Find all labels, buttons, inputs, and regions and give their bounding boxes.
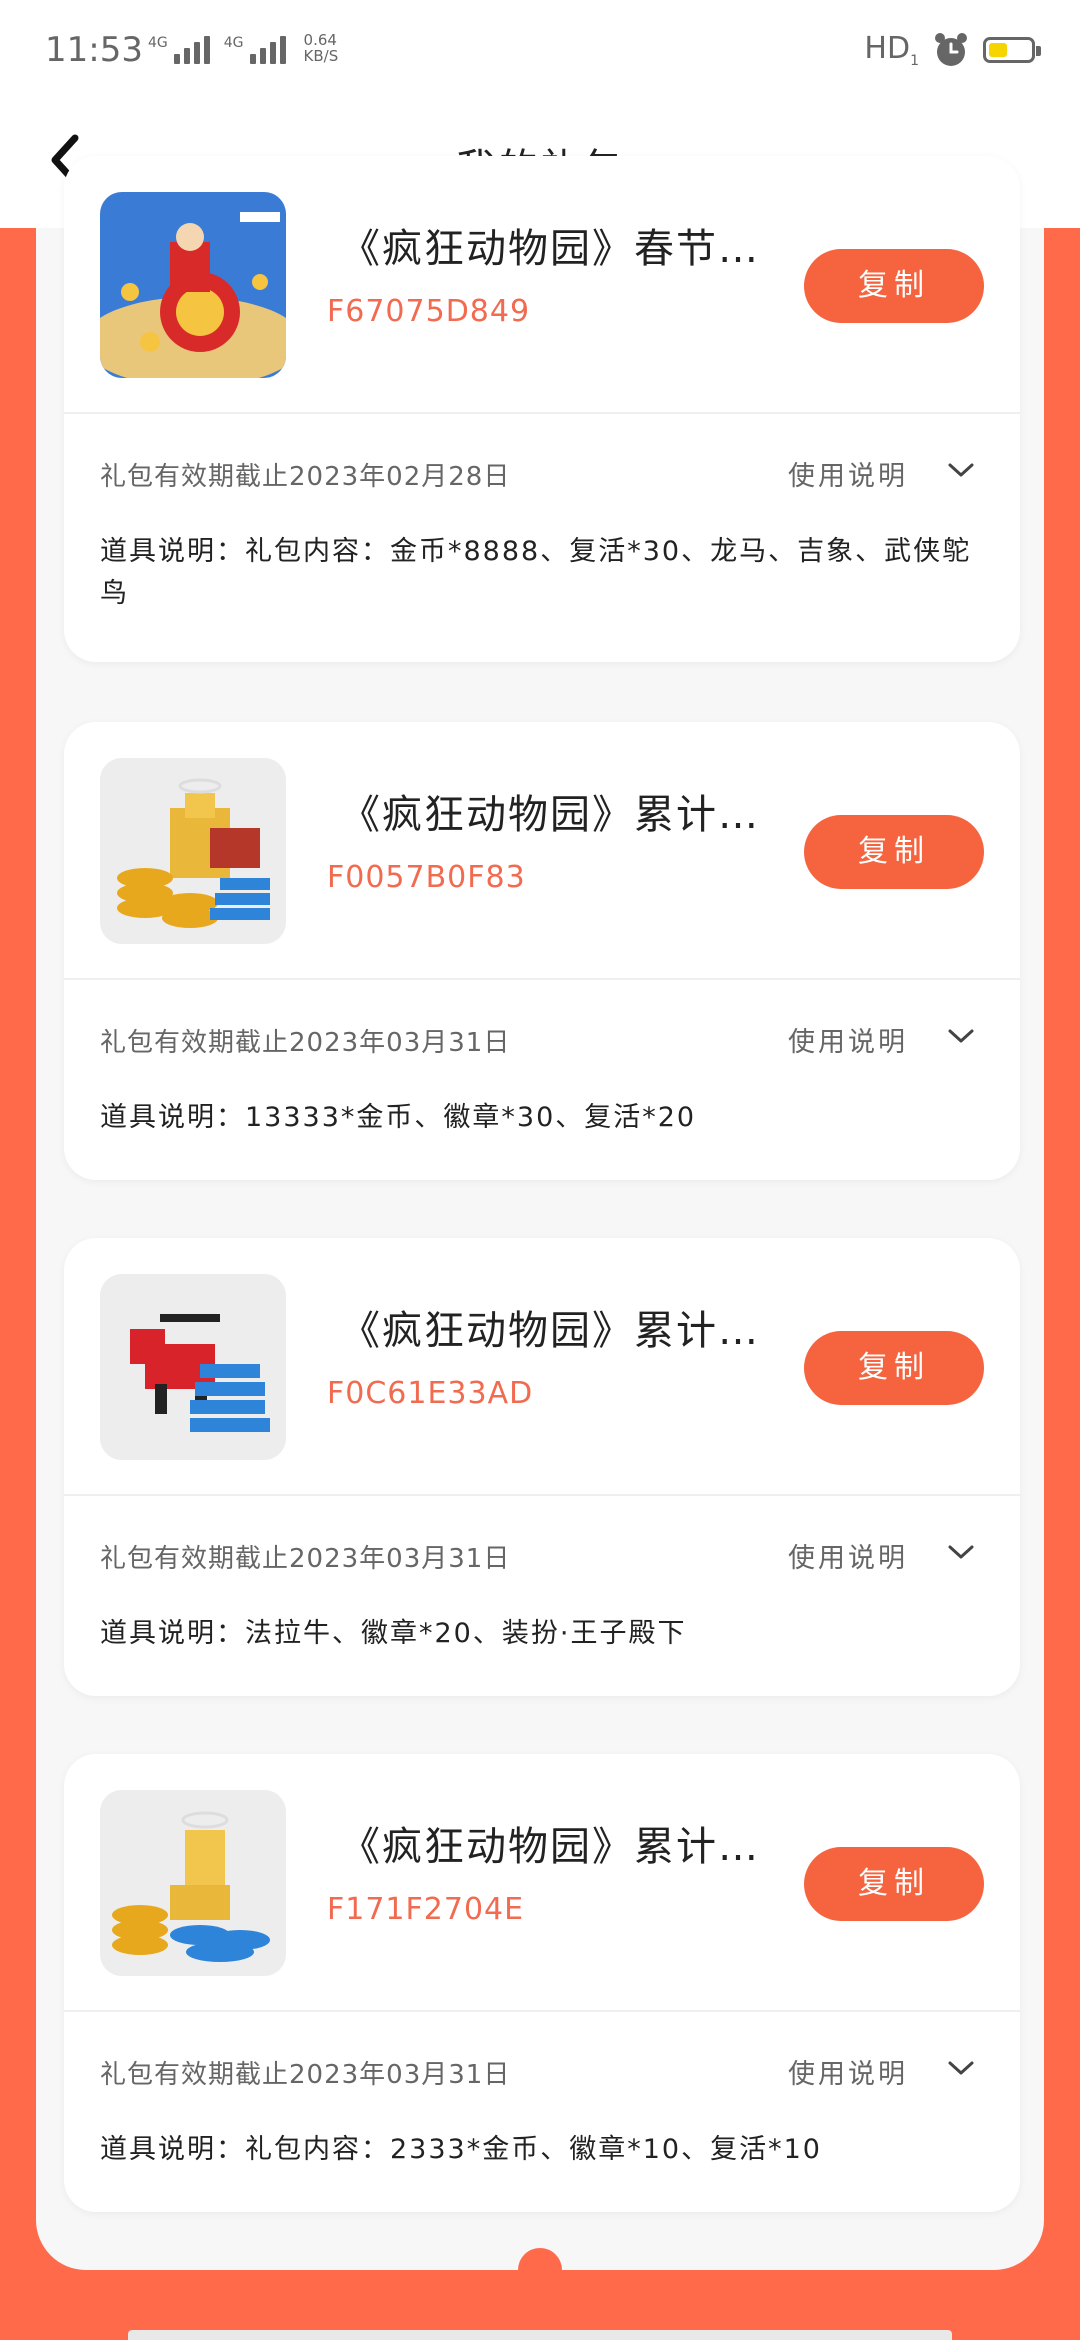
chevron-down-icon[interactable] — [946, 2058, 976, 2078]
signal-label: 4G — [223, 35, 244, 51]
usage-toggle[interactable]: 使用说明 — [788, 454, 908, 493]
chevron-down-icon[interactable] — [946, 460, 976, 480]
expire-date: 礼包有效期截止2023年03月31日 — [100, 2060, 511, 2090]
gift-image — [100, 1274, 286, 1460]
gift-title: 《疯狂动物园》累计… — [340, 792, 760, 838]
item-description: 道具说明：13333*金币、徽章*30、复活*20 — [100, 1102, 697, 1133]
gift-title: 《疯狂动物园》累计… — [340, 1308, 760, 1354]
gift-card: 《疯狂动物园》春节… F67075D849 复制 礼包有效期截止2023年02月… — [64, 156, 1020, 662]
signal-label: 4G — [148, 35, 168, 51]
battery-icon — [983, 37, 1041, 63]
gift-image — [100, 758, 286, 944]
gift-image — [100, 1790, 286, 1976]
gift-title: 《疯狂动物园》春节… — [340, 226, 760, 272]
gift-image — [100, 192, 286, 378]
status-bar: 11:53 4G 4G 0.64 KB/S HD1 — [0, 0, 1080, 100]
usage-toggle[interactable]: 使用说明 — [788, 2052, 908, 2091]
expire-date: 礼包有效期截止2023年03月31日 — [100, 1028, 511, 1058]
usage-toggle[interactable]: 使用说明 — [788, 1536, 908, 1575]
status-time: 11:53 — [45, 30, 143, 70]
copy-button[interactable]: 复制 — [804, 249, 984, 323]
speed-unit: KB/S — [303, 47, 339, 65]
usage-toggle[interactable]: 使用说明 — [788, 1020, 908, 1059]
network-speed: 0.64 KB/S — [304, 32, 339, 64]
item-description: 道具说明：礼包内容：金币*8888、复活*30、龙马、吉象、武侠鸵鸟 — [100, 536, 972, 609]
panel-handle — [518, 2248, 562, 2292]
copy-button[interactable]: 复制 — [804, 1847, 984, 1921]
network-indicators: 4G 4G 0.64 KB/S — [148, 32, 338, 64]
signal-icon: 4G — [148, 36, 210, 64]
expire-date: 礼包有效期截止2023年02月28日 — [100, 462, 511, 492]
item-description: 道具说明：礼包内容：2333*金币、徽章*10、复活*10 — [100, 2134, 822, 2165]
coins-badges-image — [100, 1790, 286, 1976]
item-description: 道具说明：法拉牛、徽章*20、装扮·王子殿下 — [100, 1618, 687, 1649]
copy-button[interactable]: 复制 — [804, 815, 984, 889]
alarm-icon — [935, 33, 967, 66]
festival-image — [100, 192, 286, 378]
gift-title: 《疯狂动物园》累计… — [340, 1824, 760, 1870]
gift-code: F0C61E33AD — [327, 1376, 534, 1411]
copy-button[interactable]: 复制 — [804, 1331, 984, 1405]
gift-card: 《疯狂动物园》累计… F0057B0F83 复制 礼包有效期截止2023年03月… — [64, 722, 1020, 1180]
speed-value: 0.64 — [303, 31, 337, 49]
status-right: HD1 — [864, 30, 1041, 70]
gift-card: 《疯狂动物园》累计… F0C61E33AD 复制 礼包有效期截止2023年03月… — [64, 1238, 1020, 1696]
gift-code: F0057B0F83 — [327, 860, 526, 895]
bottom-tab-edge — [128, 2330, 952, 2340]
gift-code: F171F2704E — [327, 1892, 525, 1927]
gift-code: F67075D849 — [327, 294, 531, 329]
treasure-image — [100, 758, 286, 944]
expire-date: 礼包有效期截止2023年03月31日 — [100, 1544, 511, 1574]
red-bull-image — [100, 1274, 286, 1460]
chevron-down-icon[interactable] — [946, 1542, 976, 1562]
gift-card: 《疯狂动物园》累计… F171F2704E 复制 礼包有效期截止2023年03月… — [64, 1754, 1020, 2212]
signal-icon: 4G — [224, 36, 286, 64]
hd-indicator: HD1 — [864, 31, 919, 69]
chevron-down-icon[interactable] — [946, 1026, 976, 1046]
